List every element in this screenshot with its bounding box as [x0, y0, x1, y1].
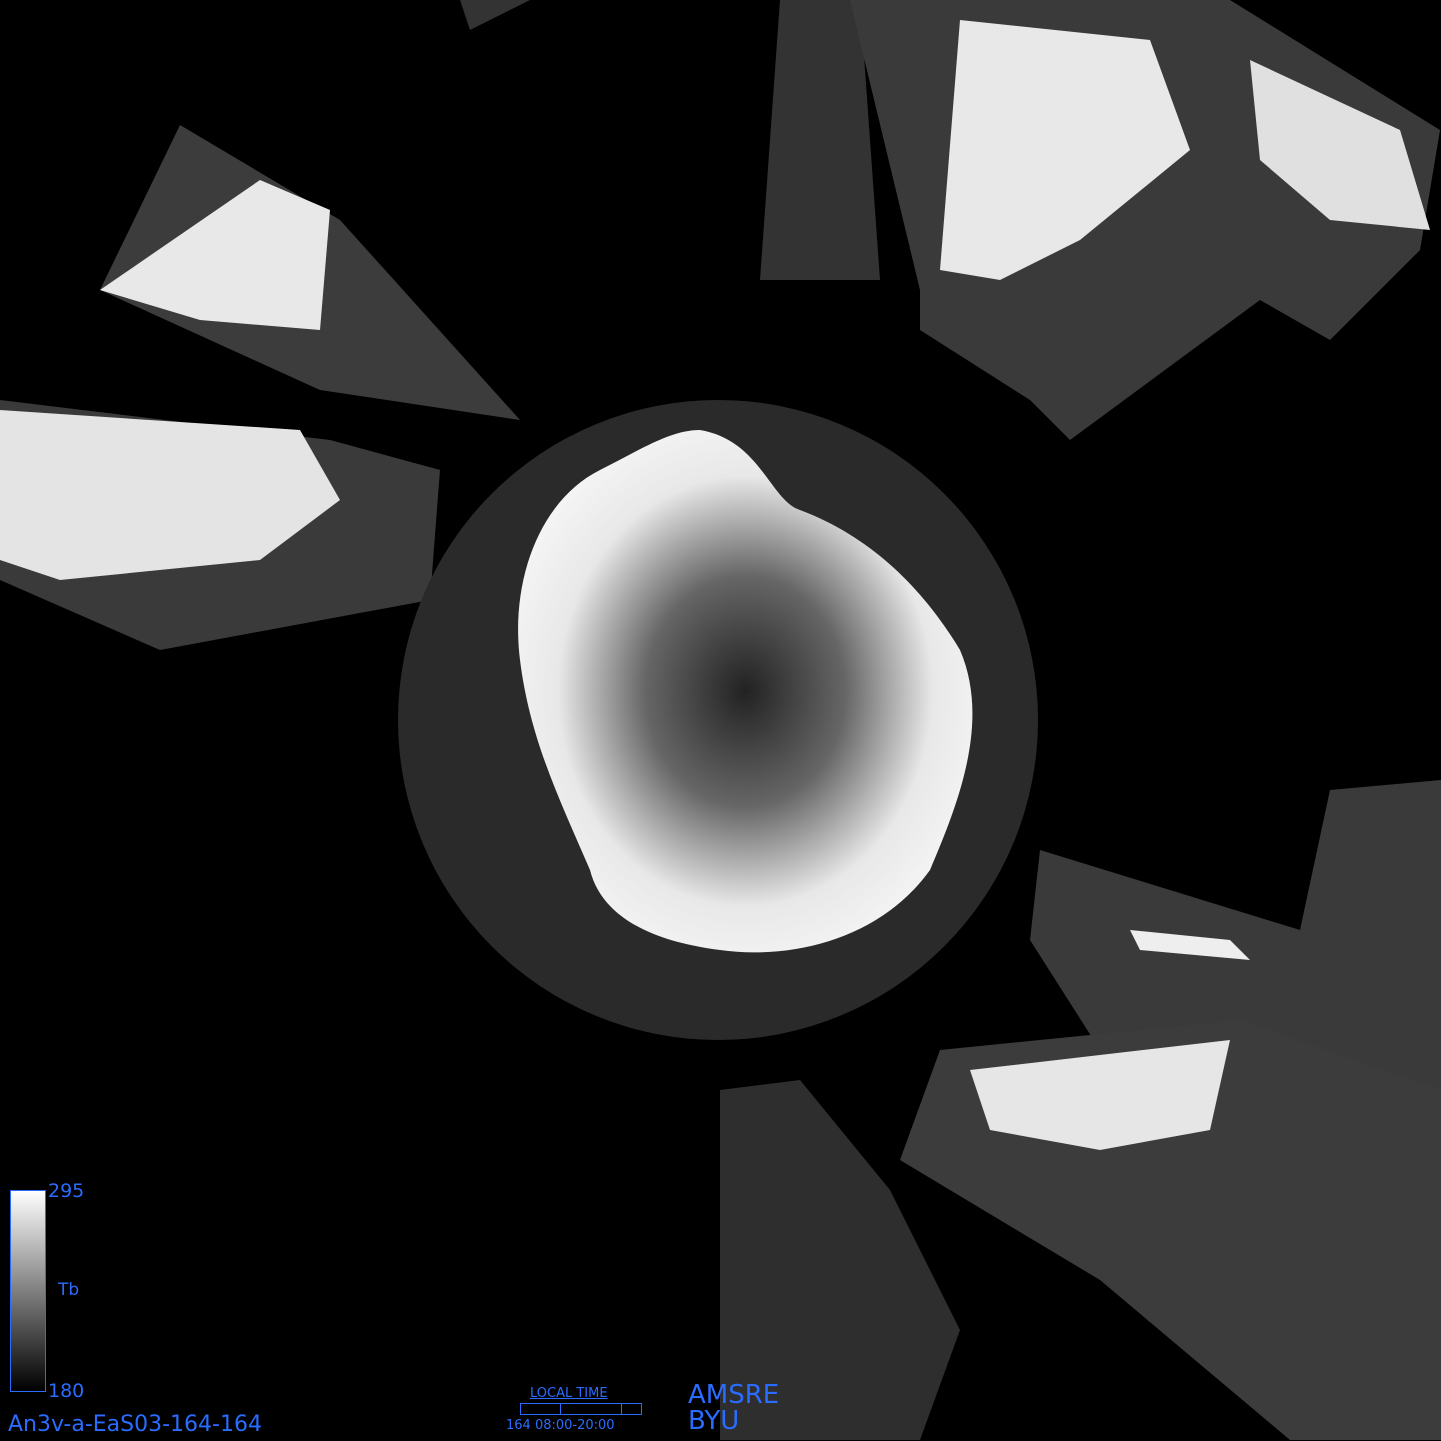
local-time-window [560, 1403, 622, 1415]
colorbar-min-label: 180 [48, 1380, 85, 1402]
local-time-title: LOCAL TIME [530, 1386, 608, 1401]
local-time-range: 164 08:00-20:00 [506, 1418, 615, 1433]
file-id-label: An3v-a-EaS03-164-164 [8, 1412, 262, 1437]
colorbar [10, 1190, 46, 1392]
colorbar-max-label: 295 [48, 1180, 85, 1202]
brightness-temperature-map [0, 0, 1441, 1440]
organization-label: BYU [688, 1406, 740, 1436]
sensor-label: AMSRE [688, 1380, 780, 1410]
colorbar-variable-label: Tb [58, 1280, 80, 1300]
